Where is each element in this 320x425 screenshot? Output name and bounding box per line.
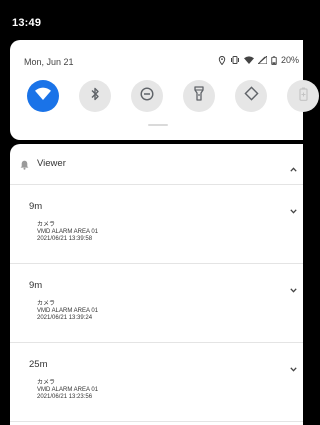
notification-panel: Viewer 9m カメラ VMD ALARM AREA 01 2021/06/… [10, 144, 303, 425]
notification-title: カメラ [37, 301, 56, 307]
notification-message: VMD ALARM AREA 01 [37, 387, 99, 393]
bluetooth-icon [90, 87, 100, 106]
drag-handle[interactable] [148, 124, 168, 126]
wifi-icon [35, 87, 51, 105]
tile-battery-saver[interactable] [287, 80, 319, 112]
notification-app-name: Viewer [37, 158, 66, 169]
notification-item[interactable]: 9m カメラ VMD ALARM AREA 01 2021/06/21 13:3… [10, 264, 303, 343]
notification-message: VMD ALARM AREA 01 [37, 229, 99, 235]
notification-time: 9m [29, 280, 43, 291]
location-icon [218, 55, 226, 65]
signal-icon [257, 56, 267, 64]
tile-auto-rotate[interactable] [235, 80, 267, 112]
notification-title: カメラ [37, 222, 56, 228]
notification-title: カメラ [37, 380, 56, 386]
battery-percent: 20% [280, 55, 299, 65]
status-time: 13:49 [12, 17, 42, 29]
status-bar: 13:49 [0, 0, 303, 40]
notification-item[interactable]: 25m カメラ VMD ALARM AREA 01 2021/06/21 13:… [10, 343, 303, 422]
notification-item[interactable]: 9m カメラ VMD ALARM AREA 01 2021/06/21 13:3… [10, 185, 303, 264]
system-status-icons: 20% [218, 55, 299, 65]
chevron-down-icon[interactable] [290, 359, 297, 377]
auto-rotate-icon [243, 86, 259, 106]
notification-time: 9m [29, 201, 43, 212]
battery-icon [271, 55, 277, 65]
vibrate-icon [230, 56, 240, 64]
chevron-down-icon[interactable] [290, 280, 297, 298]
notification-timestamp: 2021/06/21 13:39:58 [37, 236, 93, 242]
date-label: Mon, Jun 21 [24, 57, 74, 67]
notification-timestamp: 2021/06/21 13:39:24 [37, 315, 93, 321]
battery-saver-icon [298, 87, 308, 106]
quick-tiles [27, 80, 319, 112]
notification-app-header[interactable]: Viewer [10, 144, 303, 185]
tile-flashlight[interactable] [183, 80, 215, 112]
tile-do-not-disturb[interactable] [131, 80, 163, 112]
chevron-up-icon[interactable] [290, 159, 297, 177]
chevron-down-icon[interactable] [290, 201, 297, 219]
do-not-disturb-icon [140, 86, 154, 106]
wifi-status-icon [243, 56, 254, 64]
notification-timestamp: 2021/06/21 13:23:56 [37, 394, 93, 400]
notification-message: VMD ALARM AREA 01 [37, 308, 99, 314]
quick-settings-panel: Mon, Jun 21 20% [10, 40, 319, 140]
flashlight-icon [194, 86, 204, 106]
tile-bluetooth[interactable] [79, 80, 111, 112]
notification-time: 25m [29, 359, 48, 370]
bell-icon [20, 157, 29, 175]
tile-wifi[interactable] [27, 80, 59, 112]
